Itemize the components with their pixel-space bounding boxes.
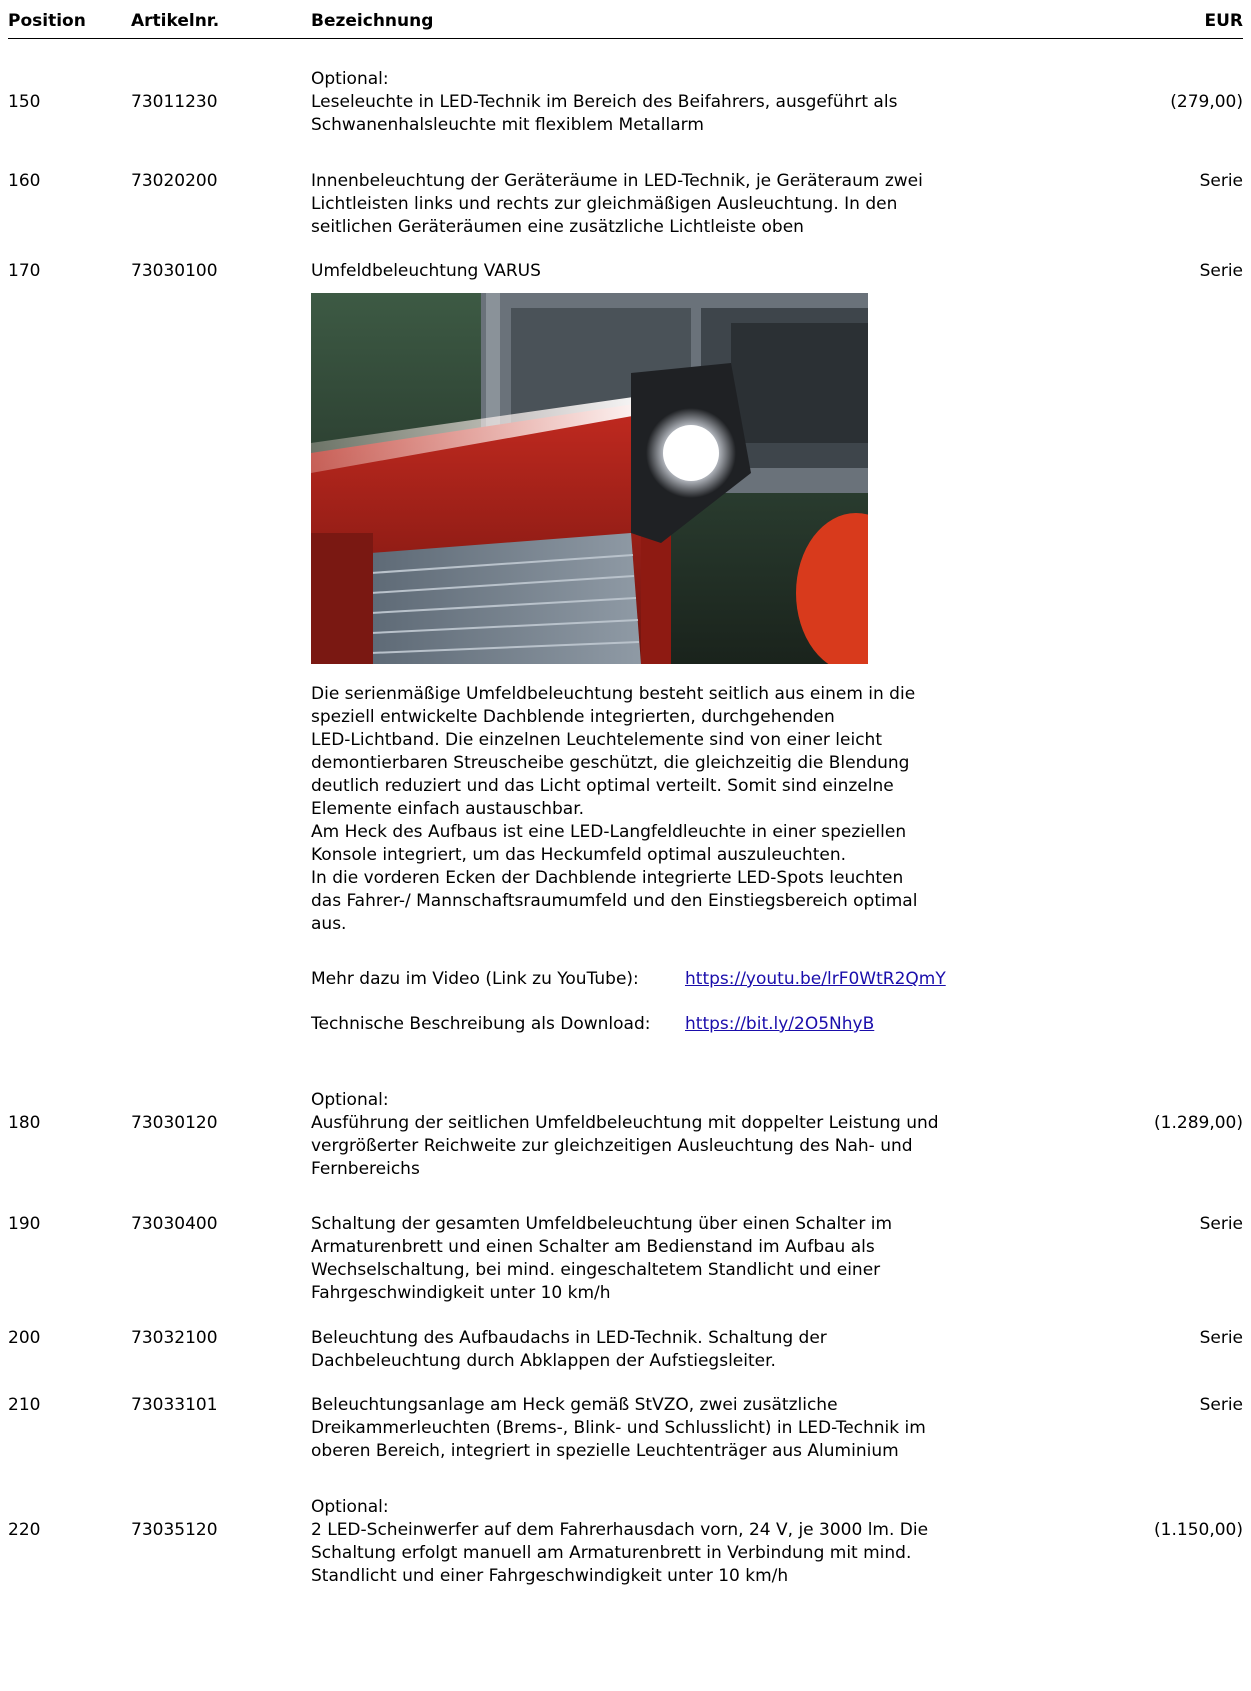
item-description: 2 LED-Scheinwerfer auf dem Fahrerhausdac… <box>311 1520 929 1586</box>
article-number: 73030400 <box>131 1214 218 1234</box>
position-number: 190 <box>8 1214 41 1234</box>
position-number: 220 <box>8 1520 41 1540</box>
item-description: Beleuchtungsanlage am Heck gemäß StVZO, … <box>311 1395 926 1461</box>
item-price: (1.150,00) <box>1154 1520 1243 1540</box>
header-article: Artikelnr. <box>131 11 220 31</box>
article-number: 73035120 <box>131 1520 218 1540</box>
item-price: Serie <box>1199 171 1243 191</box>
item-price: Serie <box>1199 1214 1243 1234</box>
article-number: 73032100 <box>131 1328 218 1348</box>
item-body-text: Die serienmäßige Umfeldbeleuchtung beste… <box>311 684 918 934</box>
table-header: Position Artikelnr. Bezeichnung EUR <box>8 8 1243 39</box>
position-number: 170 <box>8 261 41 281</box>
download-link-row: Technische Beschreibung als Download: ht… <box>311 1013 874 1036</box>
header-currency: EUR <box>1204 11 1243 31</box>
video-link-label: Mehr dazu im Video (Link zu YouTube): <box>311 969 639 989</box>
item-description: Beleuchtung des Aufbaudachs in LED-Techn… <box>311 1328 827 1371</box>
article-number: 73011230 <box>131 92 218 112</box>
item-price: (279,00) <box>1170 92 1243 112</box>
position-number: 210 <box>8 1395 41 1415</box>
item-description: Leseleuchte in LED-Technik im Bereich de… <box>311 92 898 135</box>
article-number: 73030100 <box>131 261 218 281</box>
article-number: 73033101 <box>131 1395 218 1415</box>
position-number: 150 <box>8 92 41 112</box>
video-link[interactable]: https://youtu.be/lrF0WtR2QmY <box>685 968 946 991</box>
item-price: (1.289,00) <box>1154 1113 1243 1133</box>
download-link-label: Technische Beschreibung als Download: <box>311 1014 651 1034</box>
download-link[interactable]: https://bit.ly/2O5NhyB <box>685 1013 874 1036</box>
video-link-row: Mehr dazu im Video (Link zu YouTube): ht… <box>311 968 946 991</box>
item-price: Serie <box>1199 1328 1243 1348</box>
position-number: 180 <box>8 1113 41 1133</box>
header-description: Bezeichnung <box>311 11 434 31</box>
optional-label: Optional: <box>311 1090 389 1110</box>
item-description: Schaltung der gesamten Umfeldbeleuchtung… <box>311 1214 893 1303</box>
optional-label: Optional: <box>311 1497 389 1517</box>
item-description: Umfeldbeleuchtung VARUS <box>311 261 541 281</box>
item-description: Ausführung der seitlichen Umfeldbeleucht… <box>311 1113 939 1179</box>
item-price: Serie <box>1199 261 1243 281</box>
article-number: 73020200 <box>131 171 218 191</box>
position-number: 200 <box>8 1328 41 1348</box>
position-number: 160 <box>8 171 41 191</box>
product-photo <box>311 293 868 664</box>
article-number: 73030120 <box>131 1113 218 1133</box>
item-description: Innenbeleuchtung der Geräteräume in LED-… <box>311 171 923 237</box>
item-price: Serie <box>1199 1395 1243 1415</box>
optional-label: Optional: <box>311 69 389 89</box>
header-position: Position <box>8 11 86 31</box>
